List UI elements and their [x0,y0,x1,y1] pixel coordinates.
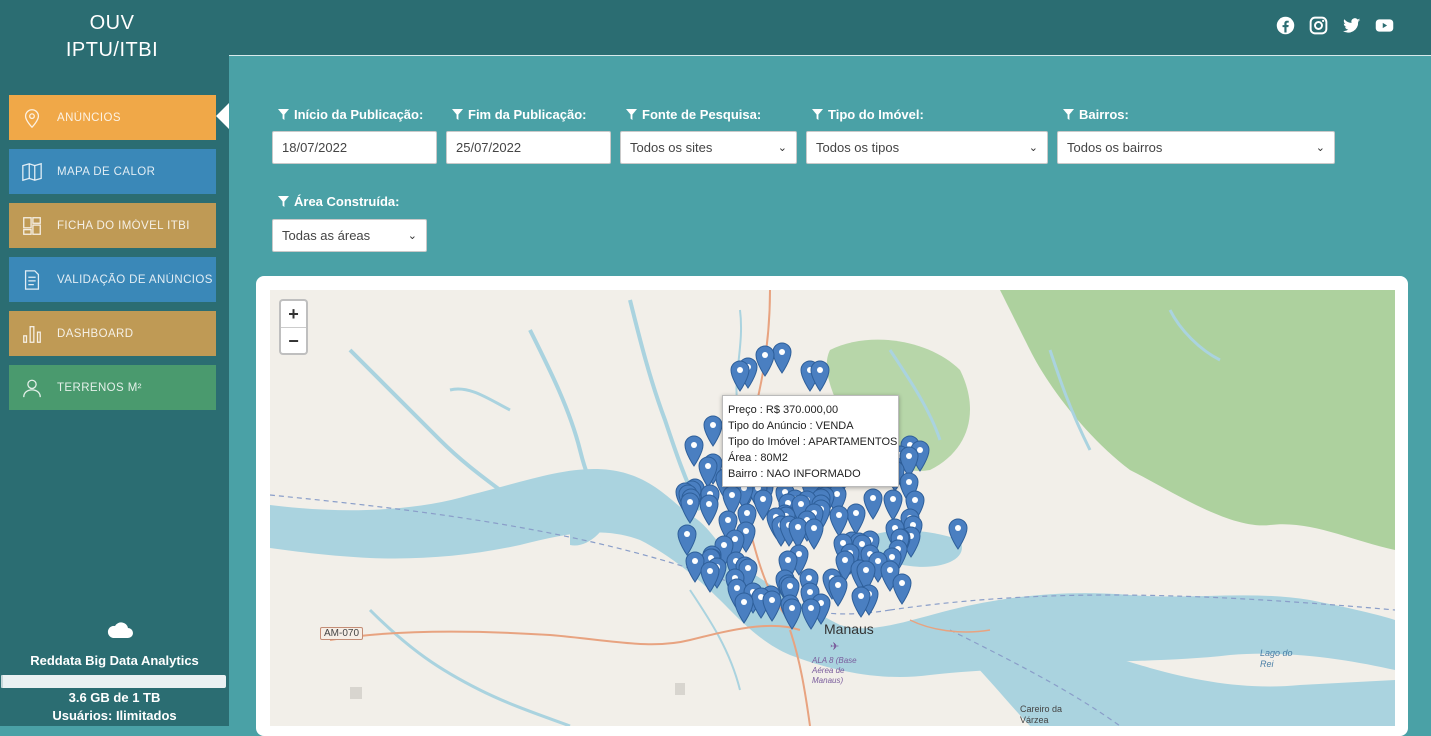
sidebar-item-label: FICHA DO IMÓVEL ITBI [57,219,190,232]
filter-icon [812,109,823,120]
map-marker-icon[interactable] [734,592,754,624]
active-item-pointer [216,103,229,129]
cloud-icon [106,620,134,645]
fonte-select[interactable]: Todos os sites ⌄ [620,131,797,164]
map-marker-icon[interactable] [730,360,750,392]
filter-icon [278,109,289,120]
filter-label-bairros: Bairros: [1063,107,1129,122]
area-select[interactable]: Todas as áreas ⌄ [272,219,427,252]
map-marker-icon[interactable] [680,492,700,524]
map-marker-icon[interactable] [703,415,723,447]
users-count: Usuários: Ilimitados [52,708,177,723]
youtube-icon[interactable] [1374,15,1395,36]
map-marker-icon[interactable] [699,494,719,527]
tipo-imovel-select[interactable]: Todos os tipos ⌄ [806,131,1048,164]
sidebar-item-label: VALIDAÇÃO DE ANÚNCIOS [57,273,213,286]
map-marker-icon[interactable] [801,598,821,630]
fim-date-input[interactable]: 25/07/2022 [446,131,611,164]
map-marker-icon[interactable] [782,598,802,631]
sidebar: OUV IPTU/ITBI ANÚNCIOS MAPA DE CALOR FIC… [0,0,229,726]
company-name: Reddata Big Data Analytics [30,653,199,668]
popup-tipo-anuncio: Tipo do Anúncio : VENDA [728,420,854,432]
chevron-down-icon: ⌄ [1028,142,1038,154]
sidebar-item-mapa-de-calor[interactable]: MAPA DE CALOR [9,149,216,194]
instagram-icon[interactable] [1308,15,1329,36]
road-label: AM-070 [320,627,364,640]
brand-title: OUV IPTU/ITBI [0,10,224,64]
zoom-in-button[interactable]: + [281,301,306,328]
storage-progress-bar [1,675,226,688]
sidebar-item-label: TERRENOS M² [57,381,142,394]
airport-icon: ✈ [830,641,840,653]
popup-preco: Preço : R$ 370.000,00 [728,404,839,416]
lago-label: Lago do Rei [1260,648,1293,669]
map-marker-icon[interactable] [948,518,968,550]
filter-label-fonte: Fonte de Pesquisa: [626,107,761,122]
filter-icon [452,109,463,120]
top-bar [229,0,1431,56]
chevron-down-icon: ⌄ [777,142,787,154]
chevron-down-icon: ⌄ [1315,142,1325,154]
map-marker-icon[interactable] [755,345,775,377]
filter-icon [1063,109,1074,120]
brand-line-2: IPTU/ITBI [65,39,159,61]
filter-label-tipo: Tipo do Imóvel: [812,107,924,122]
bar-chart-icon [21,323,43,345]
sidebar-item-validacao[interactable]: VALIDAÇÃO DE ANÚNCIOS [9,257,216,302]
map-marker-icon[interactable] [700,561,720,593]
sidebar-item-ficha-imovel[interactable]: FICHA DO IMÓVEL ITBI [9,203,216,248]
filter-label-fim: Fim da Publicação: [452,107,586,122]
map-pin-icon [21,107,43,129]
map-canvas[interactable]: AM-070 Manaus ✈ ALA 8 (Base Aérea de Man… [270,290,1395,726]
map-marker-icon[interactable] [772,342,792,374]
map-marker-icon[interactable] [851,586,871,618]
map-icon [21,161,43,183]
storage-usage: 3.6 GB de 1 TB [68,690,161,705]
filter-label-area: Área Construída: [278,194,399,209]
zoom-control: + − [279,299,308,355]
popup-area: Área : 80M2 [728,452,788,464]
popup-tipo-imovel: Tipo do Imóvel : APARTAMENTOS [728,436,898,448]
city-label: Manaus [824,621,874,637]
sidebar-item-label: MAPA DE CALOR [57,165,156,178]
zoom-out-button[interactable]: − [281,328,306,354]
map-marker-icon[interactable] [762,590,782,622]
popup-bairro: Bairro : NAO INFORMADO [728,468,861,480]
sidebar-item-label: ANÚNCIOS [57,111,121,124]
twitter-icon[interactable] [1341,15,1362,36]
facebook-icon[interactable] [1275,15,1296,36]
user-icon [21,377,43,399]
map-marker-icon[interactable] [892,573,912,606]
map-marker-icon[interactable] [810,360,830,392]
sidebar-item-anuncios[interactable]: ANÚNCIOS [9,95,216,140]
sidebar-item-terrenos[interactable]: TERRENOS M² [9,365,216,410]
careiro-label: Careiro da Várzea [1020,704,1063,725]
document-icon [21,269,43,291]
brand-line-1: OUV [89,12,135,34]
social-links [1275,15,1395,36]
bairros-select[interactable]: Todos os bairros ⌄ [1057,131,1335,164]
base-label: ALA 8 (Base Aérea de Manaus) [812,656,857,685]
layout-icon [21,215,43,237]
sidebar-item-dashboard[interactable]: DASHBOARD [9,311,216,356]
chevron-down-icon: ⌄ [407,230,417,242]
filter-icon [278,196,289,207]
filter-icon [626,109,637,120]
marker-popup: Preço : R$ 370.000,00 Tipo do Anúncio : … [722,395,899,487]
filter-label-inicio: Início da Publicação: [278,107,423,122]
map-marker-icon[interactable] [828,575,848,608]
inicio-date-input[interactable]: 18/07/2022 [272,131,437,164]
sidebar-item-label: DASHBOARD [57,327,134,340]
